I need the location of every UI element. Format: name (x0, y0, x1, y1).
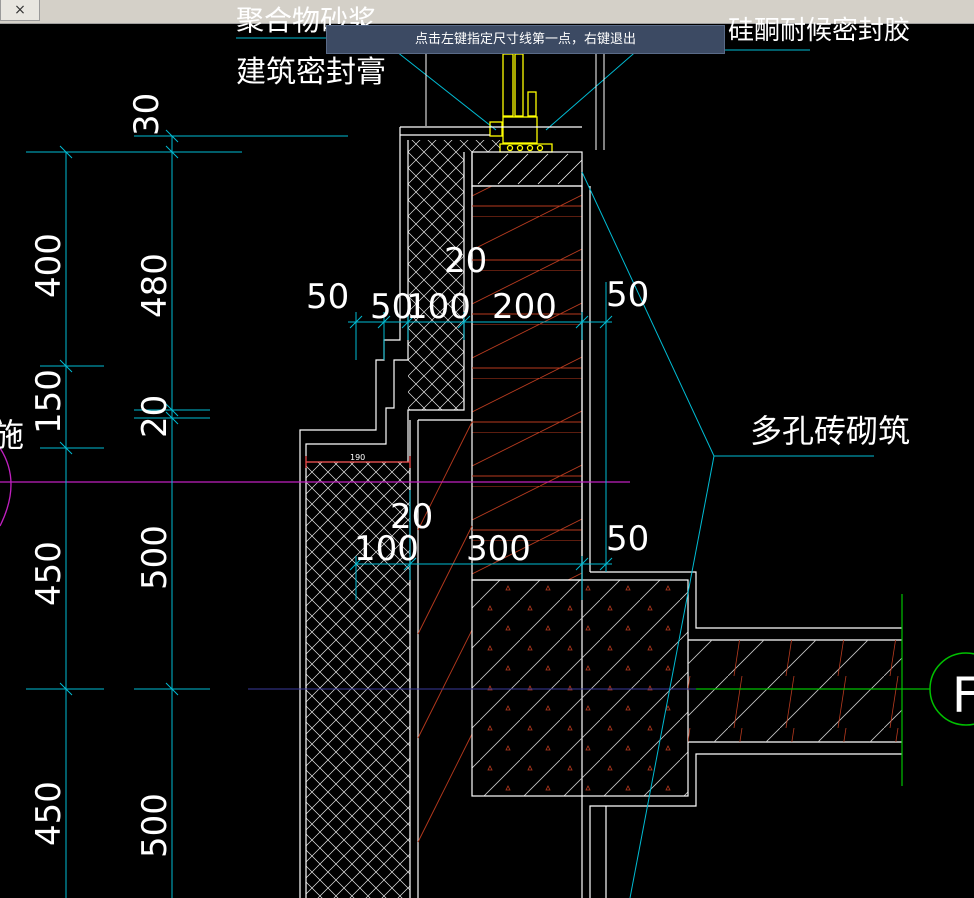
floor-slab (688, 640, 902, 742)
label-top-partial-right: 硅酮耐候密封胶 (728, 16, 910, 46)
dim-450-b: 450 (29, 781, 69, 846)
dim-50-right: 50 (606, 275, 649, 315)
dim-20-vertical: 20 (135, 395, 175, 438)
dim-190: 190 (350, 453, 365, 462)
dim-30: 30 (127, 93, 167, 136)
dim-300: 300 (466, 529, 531, 569)
dim-50-lower: 50 (606, 519, 649, 559)
cad-drawing-canvas[interactable]: 聚合物砂浆 硅酮耐候密封胶 建筑密封膏 F 多孔砖砌筑 30 400 480 1… (0, 0, 974, 898)
dim-20-upper: 20 (444, 241, 487, 281)
dim-500-a: 500 (135, 525, 175, 590)
dim-450-a: 450 (29, 541, 69, 606)
dim-500-b: 500 (135, 793, 175, 858)
dim-100: 100 (406, 287, 471, 327)
label-left-partial: 施 (0, 416, 24, 454)
label-sealant: 建筑密封膏 (236, 55, 386, 90)
axis-tag: F (952, 668, 974, 724)
dim-480: 480 (135, 253, 175, 318)
window-sill (471, 151, 583, 187)
dim-100-lower: 100 (354, 529, 419, 569)
dim-200: 200 (492, 287, 557, 327)
dim-50-left: 50 (306, 277, 349, 317)
dim-150: 150 (29, 369, 69, 434)
label-brick: 多孔砖砌筑 (750, 412, 910, 450)
window-profile (489, 53, 553, 153)
command-prompt-tooltip: 点击左键指定尺寸线第一点，右键退出 (326, 25, 725, 54)
dim-400: 400 (29, 233, 69, 298)
brick-wall (471, 185, 583, 581)
